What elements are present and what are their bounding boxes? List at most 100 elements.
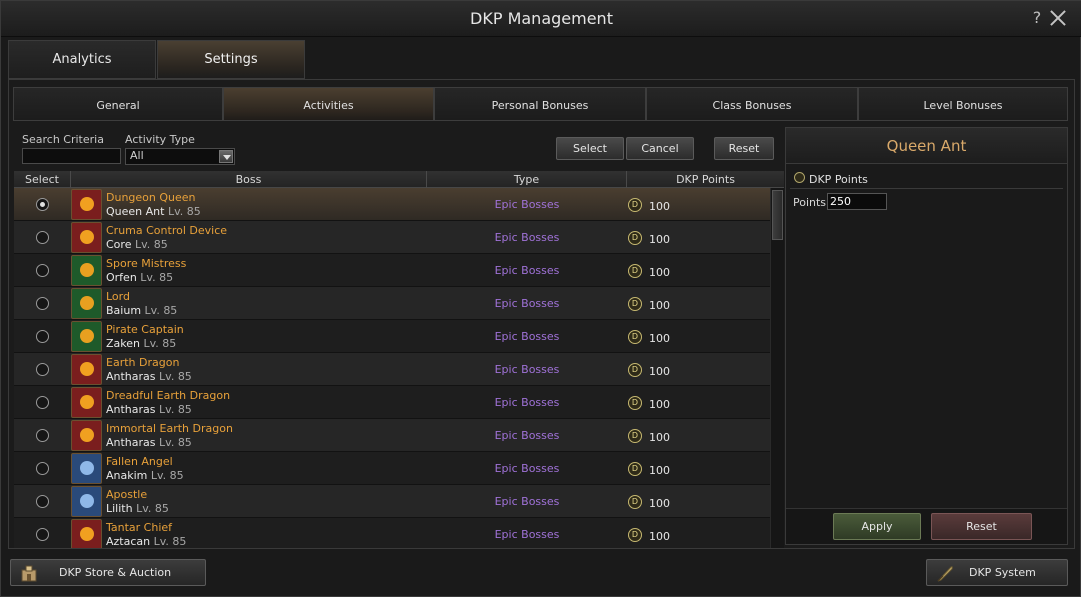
- row-select-radio[interactable]: [36, 297, 49, 310]
- table-row[interactable]: Dreadful Earth Dragon Antharas Lv. 85 Epic…: [14, 386, 770, 419]
- list-scrollbar[interactable]: [770, 188, 784, 548]
- level-prefix: Lv.: [159, 436, 175, 449]
- dkp-store-auction-button[interactable]: DKP Store & Auction: [10, 559, 206, 586]
- dkp-coin-icon: D: [628, 330, 642, 344]
- boss-type: Epic Bosses: [494, 264, 560, 277]
- level-prefix: Lv.: [153, 535, 169, 548]
- boss-level: 85: [177, 403, 192, 416]
- select-button[interactable]: Select: [556, 137, 624, 160]
- points-input[interactable]: 250: [827, 193, 887, 210]
- boss-level: 85: [154, 502, 169, 515]
- reset-button[interactable]: Reset: [931, 513, 1032, 540]
- dkp-system-button[interactable]: DKP System: [926, 559, 1068, 586]
- table-row[interactable]: Pirate Captain Zaken Lv. 85 Epic Bosses D 10…: [14, 320, 770, 353]
- level-prefix: Lv.: [167, 205, 184, 218]
- boss-name: Antharas: [106, 370, 156, 383]
- boss-name: Antharas: [106, 403, 156, 416]
- boss-emblem-icon: [80, 428, 94, 442]
- row-select-radio[interactable]: [36, 429, 49, 442]
- dkp-coin-icon: D: [628, 528, 642, 542]
- dkp-coin-icon: D: [628, 396, 642, 410]
- row-select-radio[interactable]: [36, 495, 49, 508]
- col-select[interactable]: Select: [14, 171, 71, 188]
- tab-analytics[interactable]: Analytics: [8, 40, 156, 79]
- row-select-radio[interactable]: [36, 231, 49, 244]
- subtab-class-bonuses[interactable]: Class Bonuses: [646, 87, 858, 121]
- subtab-general[interactable]: General: [13, 87, 223, 121]
- scrollbar-thumb[interactable]: [772, 190, 783, 240]
- boss-level: 85: [177, 436, 192, 449]
- boss-emblem-icon: [80, 395, 94, 409]
- row-select-radio[interactable]: [36, 462, 49, 475]
- close-icon[interactable]: [1049, 9, 1067, 27]
- col-type[interactable]: Type: [427, 171, 627, 188]
- title-bar[interactable]: DKP Management ?: [1, 1, 1081, 37]
- boss-icon: [71, 288, 102, 319]
- activity-type-select[interactable]: All: [125, 148, 235, 165]
- boss-name: Orfen: [106, 271, 137, 284]
- level-prefix: Lv.: [150, 469, 167, 482]
- boss-name: Antharas: [106, 436, 156, 449]
- col-boss[interactable]: Boss: [71, 171, 427, 188]
- dkp-points-value: 100: [649, 464, 670, 477]
- subtab-level-bonuses[interactable]: Level Bonuses: [858, 87, 1068, 121]
- boss-name-level: Antharas Lv. 85: [106, 403, 192, 416]
- dkp-system-label: DKP System: [969, 566, 1036, 579]
- row-select-radio[interactable]: [36, 198, 49, 211]
- table-row[interactable]: Dungeon Queen Queen Ant Lv. 85 Epic Bosses…: [14, 188, 770, 221]
- boss-emblem-icon: [80, 527, 94, 541]
- boss-title: Earth Dragon: [106, 356, 180, 369]
- dkp-coin-icon: D: [628, 231, 642, 245]
- dkp-points-value: 100: [649, 299, 670, 312]
- table-row[interactable]: Earth Dragon Antharas Lv. 85 Epic Bosses D 1…: [14, 353, 770, 386]
- chevron-down-icon[interactable]: [219, 150, 233, 163]
- boss-level: 85: [172, 535, 187, 548]
- boss-level: 85: [177, 370, 192, 383]
- table-row[interactable]: Tantar Chief Aztacan Lv. 85 Epic Bosses D 10…: [14, 518, 770, 548]
- apply-button[interactable]: Apply: [833, 513, 921, 540]
- boss-icon: [71, 189, 102, 220]
- subtab-personal-bonuses[interactable]: Personal Bonuses: [434, 87, 646, 121]
- row-select-radio[interactable]: [36, 363, 49, 376]
- dkp-coin-icon: D: [628, 429, 642, 443]
- detail-title: Queen Ant: [786, 128, 1067, 164]
- dkp-coin-icon: D: [628, 363, 642, 377]
- boss-name: Anakim: [106, 469, 148, 482]
- row-select-radio[interactable]: [36, 264, 49, 277]
- cancel-button[interactable]: Cancel: [626, 137, 694, 160]
- row-select-radio[interactable]: [36, 528, 49, 541]
- reset-filter-button[interactable]: Reset: [714, 137, 774, 160]
- boss-name: Queen Ant: [106, 205, 165, 218]
- divider: [790, 188, 1063, 189]
- col-dkp-points[interactable]: DKP Points: [627, 171, 784, 188]
- row-select-radio[interactable]: [36, 330, 49, 343]
- tab-settings[interactable]: Settings: [157, 40, 305, 79]
- boss-name: Aztacan: [106, 535, 151, 548]
- table-row[interactable]: Fallen Angel Anakim Lv. 85 Epic Bosses D 100: [14, 452, 770, 485]
- boss-type: Epic Bosses: [494, 363, 560, 376]
- boss-level: 85: [163, 304, 178, 317]
- dkp-coin-icon: D: [628, 495, 642, 509]
- subtab-activities[interactable]: Activities: [223, 87, 434, 121]
- boss-icon: [71, 321, 102, 352]
- boss-title: Lord: [106, 290, 130, 303]
- table-row[interactable]: Lord Baium Lv. 85 Epic Bosses D 100: [14, 287, 770, 320]
- boss-type: Epic Bosses: [494, 231, 560, 244]
- table-row[interactable]: Immortal Earth Dragon Antharas Lv. 85 Epic…: [14, 419, 770, 452]
- boss-title: Dungeon Queen: [106, 191, 196, 204]
- boss-type: Epic Bosses: [494, 495, 560, 508]
- row-select-radio[interactable]: [36, 396, 49, 409]
- boss-level: 85: [169, 469, 184, 482]
- search-input[interactable]: [22, 148, 121, 164]
- boss-title: Immortal Earth Dragon: [106, 422, 233, 435]
- help-icon[interactable]: ?: [1029, 8, 1045, 28]
- table-row[interactable]: Apostle Lilith Lv. 85 Epic Bosses D 100: [14, 485, 770, 518]
- points-label: Points: [793, 196, 827, 209]
- boss-type: Epic Bosses: [494, 297, 560, 310]
- boss-name: Core: [106, 238, 132, 251]
- table-row[interactable]: Spore Mistress Orfen Lv. 85 Epic Bosses D 10…: [14, 254, 770, 287]
- boss-list[interactable]: Dungeon Queen Queen Ant Lv. 85 Epic Bosses…: [14, 188, 770, 548]
- detail-panel: Queen Ant DKP Points Points 250 Apply Re…: [785, 127, 1068, 545]
- table-row[interactable]: Cruma Control Device Core Lv. 85 Epic Boss…: [14, 221, 770, 254]
- dkp-coin-icon: [794, 172, 805, 183]
